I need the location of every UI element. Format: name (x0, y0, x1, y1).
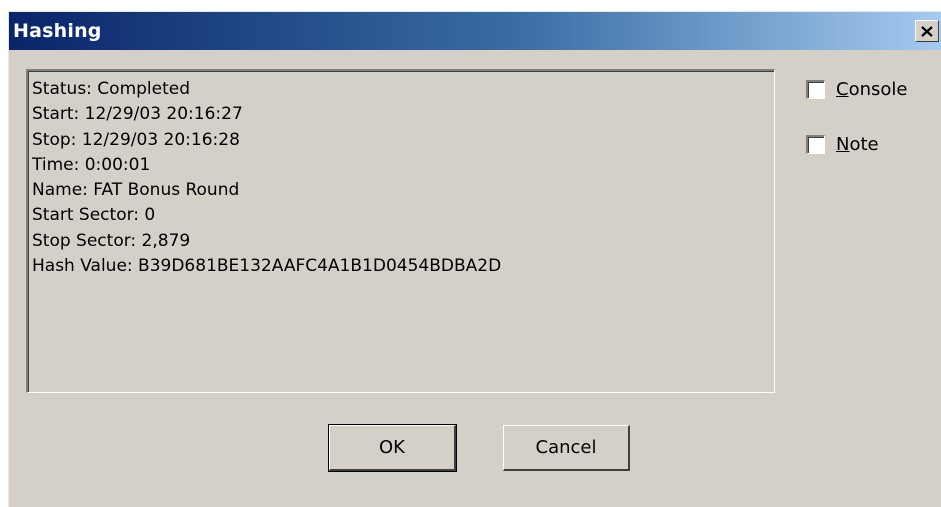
console-option[interactable]: Console (806, 77, 907, 101)
window-title: Hashing (13, 20, 102, 42)
console-checkbox[interactable] (806, 79, 825, 99)
ok-button[interactable]: OK (328, 424, 457, 472)
note-option[interactable]: Note (806, 132, 879, 156)
note-label[interactable]: Note (836, 134, 879, 155)
note-label-rest: ote (849, 133, 879, 155)
console-access-key: C (836, 78, 849, 100)
cancel-button[interactable]: Cancel (503, 425, 630, 471)
result-stop-sector: Stop Sector: 2,879 (32, 230, 191, 251)
result-start: Start: 12/29/03 20:16:27 (32, 104, 243, 125)
result-start-sector: Start Sector: 0 (32, 205, 156, 226)
hash-results-box: Status: Completed Start: 12/29/03 20:16:… (26, 69, 775, 393)
note-checkbox[interactable] (806, 134, 825, 154)
close-button[interactable] (915, 20, 939, 42)
console-label-rest: onsole (848, 78, 908, 100)
result-hash-value: Hash Value: B39D681BE132AAFC4A1B1D0454BD… (32, 256, 502, 277)
result-status: Status: Completed (32, 79, 191, 99)
console-label[interactable]: Console (836, 79, 907, 100)
result-name: Name: FAT Bonus Round (32, 180, 240, 201)
result-time: Time: 0:00:01 (32, 154, 151, 175)
note-access-key: N (836, 133, 850, 155)
close-icon (921, 25, 933, 37)
hashing-dialog: Hashing Status: Completed Start: 12/29/0… (8, 11, 941, 507)
title-bar[interactable]: Hashing (9, 12, 941, 50)
result-stop: Stop: 12/29/03 20:16:28 (32, 129, 240, 150)
